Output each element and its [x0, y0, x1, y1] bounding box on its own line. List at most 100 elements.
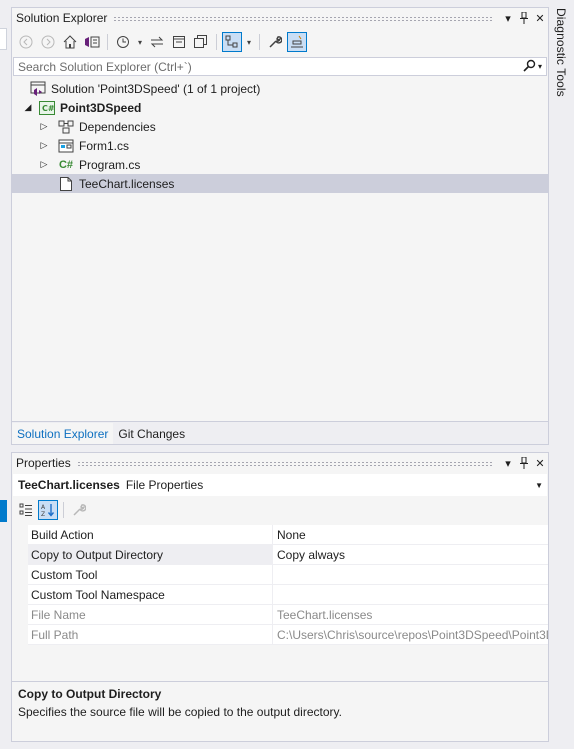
titlebar-grip[interactable]	[76, 460, 494, 466]
alphabetical-icon[interactable]: AZ	[38, 500, 58, 520]
tree-item-label: Form1.cs	[79, 138, 130, 153]
property-value: TeeChart.licenses	[277, 607, 373, 622]
solution-explorer-titlebar: Solution Explorer ▾ ✕	[12, 8, 548, 28]
property-row-build-action[interactable]: Build Action None	[28, 525, 548, 545]
tree-item-form1[interactable]: ▷ Form1.cs	[12, 136, 548, 155]
property-row-custom-tool[interactable]: Custom Tool	[28, 565, 548, 585]
search-icon	[523, 59, 536, 72]
svg-text:C#: C#	[42, 104, 55, 113]
pin-icon[interactable]	[516, 455, 532, 471]
sync-with-active-document-icon[interactable]	[147, 32, 167, 52]
property-name: Build Action	[28, 525, 273, 544]
search-options[interactable]: ▾	[523, 59, 542, 75]
property-description: Copy to Output Directory Specifies the s…	[12, 681, 548, 741]
properties-wrench-icon[interactable]	[265, 32, 285, 52]
titlebar-grip[interactable]	[113, 15, 494, 21]
collapsed-arrow-icon[interactable]: ▷	[38, 159, 50, 170]
property-pages-wrench-icon[interactable]	[69, 500, 89, 520]
tree-item-label: Dependencies	[79, 119, 156, 134]
solution-explorer-toolbar: ▾ ▾	[12, 29, 548, 55]
filter-dropdown-icon[interactable]: ▾	[135, 32, 145, 52]
tree-item-label: Solution 'Point3DSpeed' (1 of 1 project)	[51, 81, 261, 96]
property-row-custom-tool-namespace[interactable]: Custom Tool Namespace	[28, 585, 548, 605]
preview-selected-items-icon[interactable]	[222, 32, 242, 52]
diagnostic-tools-strip: Diagnostic Tools	[550, 0, 574, 749]
svg-text:A: A	[41, 504, 46, 511]
pin-icon[interactable]	[516, 10, 532, 26]
dependencies-icon	[58, 119, 74, 135]
expanded-arrow-icon[interactable]: ◢	[22, 102, 34, 113]
tree-item-teechart-licenses[interactable]: TeeChart.licenses	[12, 174, 548, 193]
preview-pane-icon[interactable]	[287, 32, 307, 52]
property-name: Full Path	[28, 625, 273, 644]
tree-item-label: Point3DSpeed	[60, 100, 142, 115]
property-name: File Name	[28, 605, 273, 624]
collapsed-arrow-icon[interactable]: ▷	[38, 140, 50, 151]
solution-explorer-title: Solution Explorer	[16, 11, 108, 25]
property-name: Copy to Output Directory	[28, 545, 273, 564]
toolbar-separator	[63, 502, 64, 518]
property-value[interactable]	[273, 565, 548, 584]
back-icon[interactable]	[16, 32, 36, 52]
show-all-files-icon[interactable]	[191, 32, 211, 52]
property-value[interactable]	[273, 585, 548, 604]
object-selector[interactable]: TeeChart.licenses File Properties ▼	[13, 474, 547, 496]
tree-item-program[interactable]: ▷ C# Program.cs	[12, 155, 548, 174]
editor-edge-mark	[0, 28, 7, 50]
tree-item-dependencies[interactable]: ▷ Dependencies	[12, 117, 548, 136]
solution-tree: Solution 'Point3DSpeed' (1 of 1 project)…	[12, 79, 548, 193]
search-input[interactable]	[14, 58, 502, 75]
property-name: Custom Tool Namespace	[28, 585, 273, 604]
solution-icon	[30, 81, 46, 97]
tab-solution-explorer[interactable]: Solution Explorer	[12, 423, 114, 444]
toolbar-separator	[216, 34, 217, 50]
description-text: Specifies the source file will be copied…	[18, 705, 342, 719]
property-row-full-path[interactable]: Full Path C:\Users\Chris\source\repos\Po…	[28, 625, 548, 645]
property-name: Custom Tool	[28, 565, 273, 584]
properties-title: Properties	[16, 456, 71, 470]
tree-item-solution[interactable]: Solution 'Point3DSpeed' (1 of 1 project)	[12, 79, 548, 98]
svg-text:Z: Z	[41, 511, 45, 517]
pending-changes-filter-icon[interactable]	[113, 32, 133, 52]
property-value[interactable]: None	[273, 525, 548, 544]
description-title: Copy to Output Directory	[18, 687, 162, 701]
property-value[interactable]: Copy always	[273, 545, 548, 564]
toolbar-separator	[259, 34, 260, 50]
properties-panel: Properties ▾ ✕ TeeChart.licenses File Pr…	[11, 452, 549, 742]
tab-git-changes[interactable]: Git Changes	[113, 423, 190, 444]
close-icon[interactable]: ✕	[532, 10, 548, 26]
editor-edge-highlight	[0, 500, 7, 522]
toolbar-separator	[107, 34, 108, 50]
property-row-copy-to-output[interactable]: Copy to Output Directory Copy always	[28, 545, 548, 565]
csharp-project-icon: C#	[39, 100, 55, 116]
form-icon	[58, 138, 74, 154]
categorized-icon[interactable]	[16, 500, 36, 520]
solution-explorer-tabs: Solution Explorer Git Changes	[12, 421, 548, 444]
file-icon	[58, 176, 74, 192]
close-icon[interactable]: ✕	[532, 455, 548, 471]
switch-views-icon[interactable]	[82, 32, 102, 52]
property-grid: Build Action None Copy to Output Directo…	[28, 525, 548, 645]
csharp-file-icon: C#	[58, 158, 74, 171]
tree-item-project[interactable]: ◢ C# Point3DSpeed	[12, 98, 548, 117]
search-dropdown-icon[interactable]: ▾	[538, 62, 542, 71]
properties-toolbar: AZ	[16, 499, 89, 521]
collapsed-arrow-icon[interactable]: ▷	[38, 121, 50, 132]
window-position-dropdown-icon[interactable]: ▾	[500, 10, 516, 26]
tree-item-label: TeeChart.licenses	[79, 176, 175, 191]
property-row-file-name[interactable]: File Name TeeChart.licenses	[28, 605, 548, 625]
diagnostic-tools-tab[interactable]: Diagnostic Tools	[554, 8, 568, 97]
window-position-dropdown-icon[interactable]: ▾	[500, 455, 516, 471]
properties-titlebar: Properties ▾ ✕	[12, 453, 548, 473]
filter-dropdown-icon-2[interactable]: ▾	[244, 32, 254, 52]
collapse-all-icon[interactable]	[169, 32, 189, 52]
object-type: File Properties	[125, 478, 204, 492]
object-name: TeeChart.licenses	[18, 478, 120, 492]
chevron-down-icon[interactable]: ▼	[535, 481, 543, 490]
editor-edge	[0, 0, 8, 749]
forward-icon[interactable]	[38, 32, 58, 52]
property-value: C:\Users\Chris\source\repos\Point3DSpeed…	[277, 627, 548, 642]
solution-explorer-search: ▾	[13, 57, 547, 76]
solution-explorer-panel: Solution Explorer ▾ ✕ ▾ ▾ Search Solutio…	[11, 7, 549, 445]
home-icon[interactable]	[60, 32, 80, 52]
